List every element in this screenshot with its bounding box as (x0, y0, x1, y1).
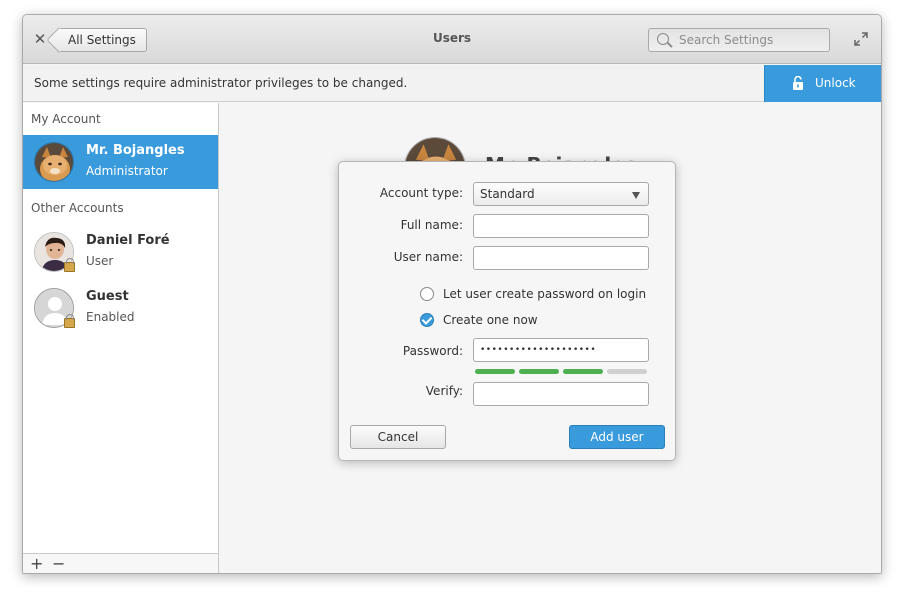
user-role: Enabled (86, 310, 135, 324)
strength-segment (607, 369, 647, 374)
add-user-dialog: Account type: Standard Full name: User n… (338, 161, 676, 461)
user-details-panel: Mr. Bojangles Account type: Standard Ful… (219, 103, 881, 573)
password-field[interactable]: •••••••••••••••••••• (473, 338, 649, 362)
strength-segment (519, 369, 559, 374)
account-type-label: Account type: (379, 186, 463, 200)
full-name-field[interactable] (473, 214, 649, 238)
account-type-select[interactable]: Standard (473, 182, 649, 206)
permissions-message: Some settings require administrator priv… (34, 76, 408, 90)
lock-icon (64, 258, 75, 272)
strength-segment (475, 369, 515, 374)
avatar (34, 142, 74, 182)
user-role: User (86, 254, 114, 268)
search-input[interactable] (679, 31, 819, 49)
cancel-button[interactable]: Cancel (350, 425, 446, 449)
other-accounts-header: Other Accounts (31, 201, 124, 215)
radio-create-on-login-label: Let user create password on login (443, 287, 647, 301)
verify-label: Verify: (425, 384, 463, 398)
account-type-value: Standard (480, 187, 535, 201)
strength-segment (563, 369, 603, 374)
search-box[interactable] (648, 28, 830, 52)
search-icon (657, 33, 669, 45)
fullscreen-icon[interactable] (854, 32, 868, 46)
radio-create-now-label: Create one now (443, 313, 538, 327)
verify-field[interactable] (473, 382, 649, 406)
unlock-button[interactable]: Unlock (764, 65, 881, 102)
user-name-field[interactable] (473, 246, 649, 270)
lock-icon (64, 314, 75, 328)
sidebar-footer: + − (23, 553, 218, 573)
settings-window: ✕ All Settings Users Some settings requi… (22, 14, 882, 574)
password-label: Password: (402, 344, 463, 358)
radio-create-now[interactable] (420, 313, 434, 327)
titlebar: ✕ All Settings Users (23, 15, 881, 64)
remove-account-button[interactable]: − (52, 554, 65, 573)
accounts-sidebar: My Account Mr. Bojangles Administrator O… (23, 103, 219, 573)
user-name-label: User name: (393, 250, 463, 264)
unlock-icon (793, 76, 803, 90)
add-user-button[interactable]: Add user (569, 425, 665, 449)
add-account-button[interactable]: + (30, 554, 43, 573)
my-account-header: My Account (31, 112, 101, 126)
sidebar-item-guest[interactable]: Guest Enabled (23, 281, 218, 335)
permissions-infobar: Some settings require administrator priv… (23, 65, 881, 102)
sidebar-item-current-user[interactable]: Mr. Bojangles Administrator (23, 135, 218, 189)
full-name-label: Full name: (400, 218, 463, 232)
user-name: Guest (86, 289, 129, 304)
chevron-down-icon (632, 192, 640, 199)
user-name: Daniel Foré (86, 233, 170, 248)
user-role: Administrator (86, 164, 168, 178)
unlock-label: Unlock (815, 76, 856, 90)
sidebar-item-daniel[interactable]: Daniel Foré User (23, 225, 218, 279)
radio-create-on-login[interactable] (420, 287, 434, 301)
user-name: Mr. Bojangles (86, 143, 185, 158)
